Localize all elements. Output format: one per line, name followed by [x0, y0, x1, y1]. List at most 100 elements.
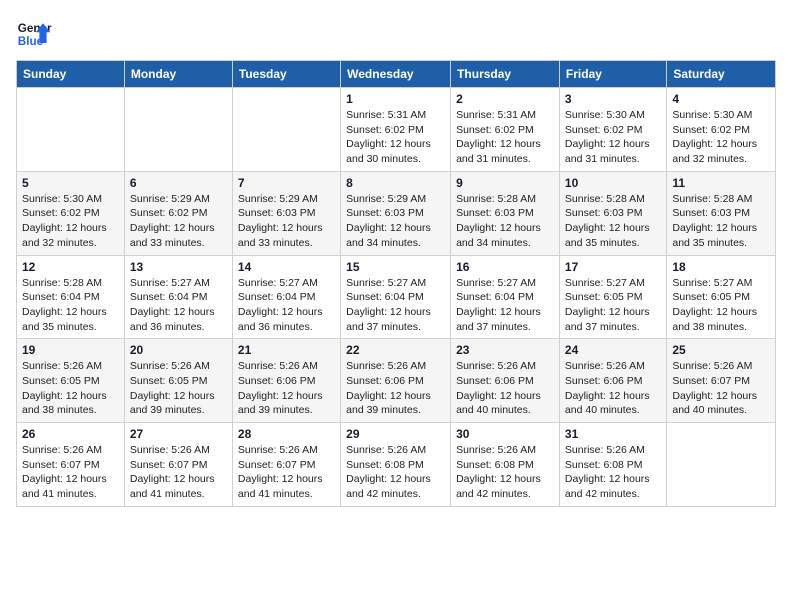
calendar-cell: 6 Sunrise: 5:29 AM Sunset: 6:02 PM Daylig… — [124, 171, 232, 255]
calendar-cell — [667, 423, 776, 507]
day-number: 12 — [22, 260, 119, 274]
calendar-cell: 8 Sunrise: 5:29 AM Sunset: 6:03 PM Daylig… — [341, 171, 451, 255]
day-number: 21 — [238, 343, 335, 357]
day-number: 14 — [238, 260, 335, 274]
day-info: Sunrise: 5:30 AM Sunset: 6:02 PM Dayligh… — [22, 192, 119, 251]
day-number: 8 — [346, 176, 445, 190]
weekday-header-monday: Monday — [124, 61, 232, 88]
day-info: Sunrise: 5:26 AM Sunset: 6:08 PM Dayligh… — [456, 443, 554, 502]
day-number: 3 — [565, 92, 661, 106]
day-info: Sunrise: 5:26 AM Sunset: 6:05 PM Dayligh… — [22, 359, 119, 418]
day-info: Sunrise: 5:26 AM Sunset: 6:07 PM Dayligh… — [238, 443, 335, 502]
day-info: Sunrise: 5:30 AM Sunset: 6:02 PM Dayligh… — [565, 108, 661, 167]
day-info: Sunrise: 5:27 AM Sunset: 6:04 PM Dayligh… — [130, 276, 227, 335]
day-info: Sunrise: 5:29 AM Sunset: 6:03 PM Dayligh… — [238, 192, 335, 251]
calendar-week-row: 5Sunrise: 5:30 AM Sunset: 6:02 PM Daylig… — [17, 171, 776, 255]
calendar-cell: 9 Sunrise: 5:28 AM Sunset: 6:03 PM Daylig… — [451, 171, 560, 255]
calendar-cell — [17, 88, 125, 172]
day-info: Sunrise: 5:28 AM Sunset: 6:03 PM Dayligh… — [672, 192, 770, 251]
logo-icon: General Blue — [16, 16, 52, 52]
calendar-cell: 2Sunrise: 5:31 AM Sunset: 6:02 PM Daylig… — [451, 88, 560, 172]
day-info: Sunrise: 5:26 AM Sunset: 6:06 PM Dayligh… — [238, 359, 335, 418]
day-info: Sunrise: 5:26 AM Sunset: 6:05 PM Dayligh… — [130, 359, 227, 418]
calendar-cell: 26 Sunrise: 5:26 AM Sunset: 6:07 PM Dayli… — [17, 423, 125, 507]
calendar-cell: 29 Sunrise: 5:26 AM Sunset: 6:08 PM Dayli… — [341, 423, 451, 507]
day-info: Sunrise: 5:28 AM Sunset: 6:03 PM Dayligh… — [565, 192, 661, 251]
day-number: 27 — [130, 427, 227, 441]
calendar-cell: 18 Sunrise: 5:27 AM Sunset: 6:05 PM Dayli… — [667, 255, 776, 339]
logo: General Blue — [16, 16, 52, 52]
calendar-cell: 23 Sunrise: 5:26 AM Sunset: 6:06 PM Dayli… — [451, 339, 560, 423]
day-info: Sunrise: 5:27 AM Sunset: 6:04 PM Dayligh… — [238, 276, 335, 335]
calendar-cell: 4 Sunrise: 5:30 AM Sunset: 6:02 PM Daylig… — [667, 88, 776, 172]
day-number: 19 — [22, 343, 119, 357]
calendar-cell: 19 Sunrise: 5:26 AM Sunset: 6:05 PM Dayli… — [17, 339, 125, 423]
day-number: 23 — [456, 343, 554, 357]
day-info: Sunrise: 5:28 AM Sunset: 6:03 PM Dayligh… — [456, 192, 554, 251]
calendar-cell: 17Sunrise: 5:27 AM Sunset: 6:05 PM Dayli… — [559, 255, 666, 339]
calendar-cell: 13Sunrise: 5:27 AM Sunset: 6:04 PM Dayli… — [124, 255, 232, 339]
day-info: Sunrise: 5:26 AM Sunset: 6:08 PM Dayligh… — [346, 443, 445, 502]
weekday-header-friday: Friday — [559, 61, 666, 88]
day-info: Sunrise: 5:27 AM Sunset: 6:04 PM Dayligh… — [346, 276, 445, 335]
day-number: 9 — [456, 176, 554, 190]
day-info: Sunrise: 5:31 AM Sunset: 6:02 PM Dayligh… — [346, 108, 445, 167]
day-number: 7 — [238, 176, 335, 190]
calendar-cell: 31 Sunrise: 5:26 AM Sunset: 6:08 PM Dayli… — [559, 423, 666, 507]
day-number: 20 — [130, 343, 227, 357]
calendar-week-row: 19 Sunrise: 5:26 AM Sunset: 6:05 PM Dayli… — [17, 339, 776, 423]
day-info: Sunrise: 5:30 AM Sunset: 6:02 PM Dayligh… — [672, 108, 770, 167]
day-info: Sunrise: 5:29 AM Sunset: 6:02 PM Dayligh… — [130, 192, 227, 251]
day-info: Sunrise: 5:26 AM Sunset: 6:08 PM Dayligh… — [565, 443, 661, 502]
calendar-cell: 10 Sunrise: 5:28 AM Sunset: 6:03 PM Dayli… — [559, 171, 666, 255]
day-info: Sunrise: 5:27 AM Sunset: 6:05 PM Dayligh… — [565, 276, 661, 335]
day-info: Sunrise: 5:31 AM Sunset: 6:02 PM Dayligh… — [456, 108, 554, 167]
weekday-header-sunday: Sunday — [17, 61, 125, 88]
calendar-cell: 25 Sunrise: 5:26 AM Sunset: 6:07 PM Dayli… — [667, 339, 776, 423]
calendar-cell — [124, 88, 232, 172]
day-number: 16 — [456, 260, 554, 274]
day-number: 15 — [346, 260, 445, 274]
day-number: 10 — [565, 176, 661, 190]
day-info: Sunrise: 5:28 AM Sunset: 6:04 PM Dayligh… — [22, 276, 119, 335]
day-number: 29 — [346, 427, 445, 441]
day-number: 4 — [672, 92, 770, 106]
day-number: 22 — [346, 343, 445, 357]
day-number: 30 — [456, 427, 554, 441]
calendar-cell — [232, 88, 340, 172]
calendar-cell: 27 Sunrise: 5:26 AM Sunset: 6:07 PM Dayli… — [124, 423, 232, 507]
day-info: Sunrise: 5:26 AM Sunset: 6:06 PM Dayligh… — [346, 359, 445, 418]
day-number: 18 — [672, 260, 770, 274]
day-number: 1 — [346, 92, 445, 106]
calendar-cell: 20 Sunrise: 5:26 AM Sunset: 6:05 PM Dayli… — [124, 339, 232, 423]
day-number: 26 — [22, 427, 119, 441]
page-header: General Blue — [16, 16, 776, 52]
day-info: Sunrise: 5:29 AM Sunset: 6:03 PM Dayligh… — [346, 192, 445, 251]
day-number: 31 — [565, 427, 661, 441]
day-info: Sunrise: 5:26 AM Sunset: 6:07 PM Dayligh… — [22, 443, 119, 502]
calendar-week-row: 1 Sunrise: 5:31 AM Sunset: 6:02 PM Daylig… — [17, 88, 776, 172]
calendar-cell: 28 Sunrise: 5:26 AM Sunset: 6:07 PM Dayli… — [232, 423, 340, 507]
day-number: 25 — [672, 343, 770, 357]
day-info: Sunrise: 5:26 AM Sunset: 6:06 PM Dayligh… — [456, 359, 554, 418]
calendar-week-row: 12 Sunrise: 5:28 AM Sunset: 6:04 PM Dayli… — [17, 255, 776, 339]
calendar-cell: 21 Sunrise: 5:26 AM Sunset: 6:06 PM Dayli… — [232, 339, 340, 423]
weekday-header-wednesday: Wednesday — [341, 61, 451, 88]
weekday-header-tuesday: Tuesday — [232, 61, 340, 88]
calendar-cell: 11 Sunrise: 5:28 AM Sunset: 6:03 PM Dayli… — [667, 171, 776, 255]
day-info: Sunrise: 5:26 AM Sunset: 6:07 PM Dayligh… — [672, 359, 770, 418]
day-number: 6 — [130, 176, 227, 190]
calendar-cell: 3 Sunrise: 5:30 AM Sunset: 6:02 PM Daylig… — [559, 88, 666, 172]
calendar-week-row: 26 Sunrise: 5:26 AM Sunset: 6:07 PM Dayli… — [17, 423, 776, 507]
weekday-header-thursday: Thursday — [451, 61, 560, 88]
calendar-cell: 22 Sunrise: 5:26 AM Sunset: 6:06 PM Dayli… — [341, 339, 451, 423]
day-number: 11 — [672, 176, 770, 190]
calendar-cell: 5Sunrise: 5:30 AM Sunset: 6:02 PM Daylig… — [17, 171, 125, 255]
weekday-header-row: SundayMondayTuesdayWednesdayThursdayFrid… — [17, 61, 776, 88]
day-info: Sunrise: 5:27 AM Sunset: 6:04 PM Dayligh… — [456, 276, 554, 335]
day-info: Sunrise: 5:26 AM Sunset: 6:07 PM Dayligh… — [130, 443, 227, 502]
day-info: Sunrise: 5:27 AM Sunset: 6:05 PM Dayligh… — [672, 276, 770, 335]
day-number: 28 — [238, 427, 335, 441]
calendar-cell: 7 Sunrise: 5:29 AM Sunset: 6:03 PM Daylig… — [232, 171, 340, 255]
calendar-cell: 24Sunrise: 5:26 AM Sunset: 6:06 PM Dayli… — [559, 339, 666, 423]
